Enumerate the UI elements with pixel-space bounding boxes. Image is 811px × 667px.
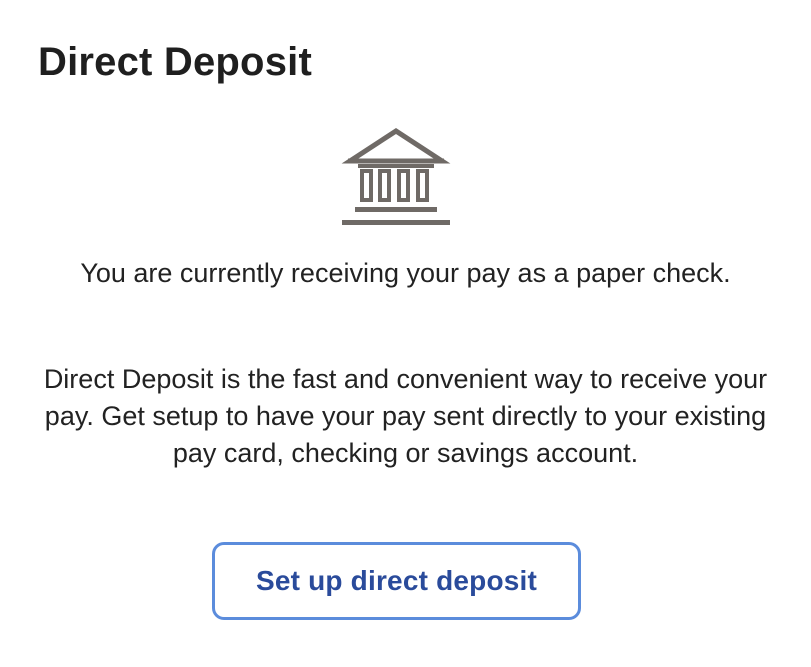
setup-direct-deposit-button[interactable]: Set up direct deposit [212,542,581,620]
direct-deposit-card: Direct Deposit You are currently receivi… [0,0,811,667]
deposit-status-text: You are currently receiving your pay as … [80,258,731,288]
direct-deposit-description: Direct Deposit is the fast and convenien… [43,364,768,468]
page-title: Direct Deposit [38,40,312,84]
bank-building-icon [341,128,451,232]
